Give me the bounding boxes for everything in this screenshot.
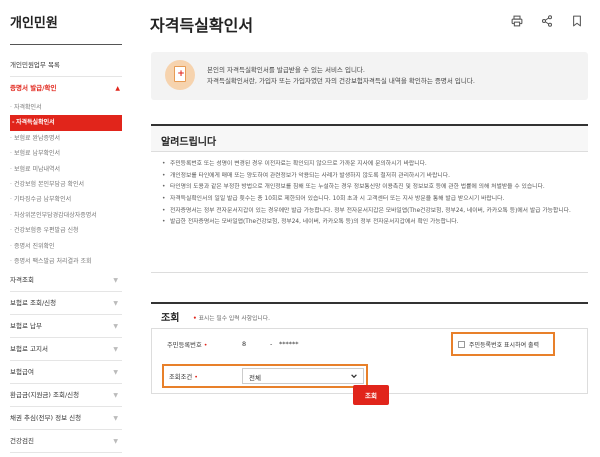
sidebar-subitem[interactable]: 보험료 납부확인서 xyxy=(0,146,124,161)
sidebar-item[interactable]: 개인민원업무 목록 xyxy=(10,54,122,77)
sidebar-subitem[interactable]: 차상위본인부담경감대상자증명서 xyxy=(0,208,124,223)
sidebar-item[interactable]: 보험료 고지서 ▼ xyxy=(10,338,122,362)
sidebar-item[interactable]: 채권 추심(전부) 정보 신청 ▼ xyxy=(10,407,122,431)
sidebar-item-label: 보험료 납부 xyxy=(10,322,42,331)
sidebar-item[interactable]: 자격조회 ▼ xyxy=(10,269,122,293)
sidebar-item-label: 개인민원업무 목록 xyxy=(10,61,60,69)
select-value: 전체 xyxy=(249,374,261,382)
sidebar: 개인민원 개인민원업무 목록증명서 발급/확인 ▲ 자격확인서자격득실확인서보험료 … xyxy=(0,0,124,457)
sidebar-item[interactable]: 환급금(지원금) 조회/신청 ▼ xyxy=(10,384,122,408)
sidebar-subitem[interactable]: 자격확인서 xyxy=(0,100,124,115)
sidebar-item-label: 기타징수금 납부확인서 xyxy=(14,196,72,204)
notice-item: 개인정보를 타인에게 매매 또는 양도하여 관련정보가 악용되는 사례가 발생하… xyxy=(162,172,582,182)
sidebar-subitem[interactable]: 보험료 미납내역서 xyxy=(0,162,124,177)
sidebar-item-label: 보험료 고지서 xyxy=(10,345,48,354)
sidebar-item[interactable]: 증명서 발급/확인 ▲ xyxy=(0,77,124,100)
header-actions xyxy=(510,14,584,28)
chevron-down-icon: ▼ xyxy=(113,323,118,331)
show-rrn-option[interactable]: 주민등록번호 표시하여 출력 xyxy=(451,332,555,356)
service-intro-box: + 본인의 자격득실확인서를 발급받을 수 있는 서비스 입니다. 자격득실확인… xyxy=(151,52,588,100)
intro-text: 본인의 자격득실확인서를 발급받을 수 있는 서비스 입니다. 자격득실확인서란… xyxy=(207,65,475,87)
chevron-down-icon: ▼ xyxy=(113,300,118,308)
sidebar-item-label: 증명서 진위확인 xyxy=(14,242,55,250)
notice-list: 주민등록번호 또는 성명이 변경된 경우 이전자료는 확인되지 않으므로 가까운… xyxy=(162,160,582,230)
notice-item: 전자증명서는 정부 전자문서지갑이 있는 경우에만 발급 가능합니다. 정부 전… xyxy=(162,207,582,217)
query-condition-row: 조회조건 • 전체 xyxy=(162,364,368,388)
sidebar-subitem[interactable]: 건강보험증 우편발급 신청 xyxy=(0,223,124,238)
required-note-text: 표시는 필수 입력 사항입니다. xyxy=(198,316,270,322)
sidebar-item-label: 증명서 팩스발급 처리결과 조회 xyxy=(14,257,92,265)
cond-label-text: 조회조건 xyxy=(169,374,193,381)
sidebar-item[interactable]: 건강검진 ▼ xyxy=(10,430,122,454)
sidebar-title: 개인민원 xyxy=(10,16,58,31)
sidebar-subitem[interactable]: 기타징수금 납부확인서 xyxy=(0,192,124,207)
print-icon[interactable] xyxy=(510,14,524,28)
required-mark: • xyxy=(193,316,197,322)
sidebar-item-label: 건강보험 본인부담금 확인서 xyxy=(14,180,85,188)
sidebar-item-label: 보험료 조회/신청 xyxy=(10,299,57,308)
search-header: 조회 • 표시는 필수 입력 사항입니다. xyxy=(151,302,588,324)
notice-item: 타인명의 도용과 같은 부정한 방법으로 개인정보를 침해 또는 누설하는 경우… xyxy=(162,183,582,193)
rrn-label: 주민등록번호 • xyxy=(167,340,208,349)
page-title: 자격득실확인서 xyxy=(150,16,254,35)
intro-line: 자격득실확인서란, 가입자 또는 가입자였던 자의 건강보험자격득실 내역을 확… xyxy=(207,77,475,85)
rrn-front-value: 8 xyxy=(242,340,247,348)
chevron-down-icon: ▼ xyxy=(113,392,118,400)
required-mark: • xyxy=(194,374,198,381)
sidebar-menu: 개인민원업무 목록증명서 발급/확인 ▲ 자격확인서자격득실확인서보험료 완납증명서… xyxy=(0,54,124,454)
sidebar-item-label: 증명서 발급/확인 xyxy=(10,84,57,92)
sidebar-item-label: 건강검진 xyxy=(10,437,34,446)
main-content: 자격득실확인서 + 본인의 자격득실확인서를 발급받을 수 있는 서비스 입니다… xyxy=(150,0,600,457)
sidebar-subitem[interactable]: 자격득실확인서 xyxy=(10,115,122,131)
notice-item: 자격득실확인서의 일일 발급 횟수는 총 10회로 제한되어 있습니다. 10회… xyxy=(162,195,582,205)
sidebar-item-label: 보험급여 xyxy=(10,368,34,377)
cond-label: 조회조건 • xyxy=(169,372,198,381)
chevron-down-icon: ▼ xyxy=(113,277,118,285)
sidebar-item-label: 자격득실확인서 xyxy=(16,119,55,127)
bookmark-icon[interactable] xyxy=(570,14,584,28)
certificate-icon: + xyxy=(165,60,195,90)
sidebar-item-label: 차상위본인부담경감대상자증명서 xyxy=(14,211,97,219)
share-icon[interactable] xyxy=(540,14,554,28)
chevron-down-icon xyxy=(351,374,357,379)
query-condition-select[interactable]: 전체 xyxy=(242,368,364,384)
search-button[interactable]: 조회 xyxy=(353,385,389,405)
rrn-label-text: 주민등록번호 xyxy=(167,342,202,349)
intro-line: 본인의 자격득실확인서를 발급받을 수 있는 서비스 입니다. xyxy=(207,66,365,74)
chevron-down-icon: ▼ xyxy=(113,415,118,423)
sidebar-item-label: 환급금(지원금) 조회/신청 xyxy=(10,391,80,400)
sidebar-item-label: 자격조회 xyxy=(10,276,34,285)
sidebar-item-label: 보험료 미납내역서 xyxy=(14,165,61,173)
sidebar-item[interactable]: 보험료 납부 ▼ xyxy=(10,315,122,339)
sidebar-item-label: 보험료 납부확인서 xyxy=(14,150,61,158)
sidebar-subitem[interactable]: 보험료 완납증명서 xyxy=(0,131,124,146)
rrn-dash: - xyxy=(270,340,273,348)
rrn-back-masked: ****** xyxy=(279,340,299,348)
sidebar-item-label: 보험료 완납증명서 xyxy=(14,134,61,142)
sidebar-subitem[interactable]: 건강보험 본인부담금 확인서 xyxy=(0,177,124,192)
notice-item: 발급한 전자증명서는 모바일앱(The건강보험, 정부24, 네이버, 카카오톡… xyxy=(162,218,582,228)
sidebar-item[interactable]: 보험료 조회/신청 ▼ xyxy=(10,292,122,316)
sidebar-item[interactable]: 보험급여 ▼ xyxy=(10,361,122,385)
notice-divider xyxy=(151,272,588,273)
chevron-down-icon: ▼ xyxy=(113,346,118,354)
sidebar-item-label: 자격확인서 xyxy=(14,104,42,111)
notice-header: 알려드립니다 xyxy=(151,124,588,152)
show-rrn-label: 주민등록번호 표시하여 출력 xyxy=(469,342,540,349)
notice-item: 주민등록번호 또는 성명이 변경된 경우 이전자료는 확인되지 않으므로 가까운… xyxy=(162,160,582,170)
required-note: • 표시는 필수 입력 사항입니다. xyxy=(193,313,270,322)
chevron-up-icon: ▲ xyxy=(115,85,120,92)
chevron-down-icon: ▼ xyxy=(113,369,118,377)
notice-title: 알려드립니다 xyxy=(161,137,217,148)
search-title: 조회 xyxy=(161,313,180,324)
sidebar-divider xyxy=(10,44,122,45)
show-rrn-checkbox[interactable] xyxy=(458,341,465,348)
sidebar-subitem[interactable]: 증명서 팩스발급 처리결과 조회 xyxy=(0,254,124,269)
required-mark: • xyxy=(203,342,208,349)
chevron-down-icon: ▼ xyxy=(113,438,118,446)
sidebar-subitem[interactable]: 증명서 진위확인 xyxy=(0,239,124,254)
sidebar-item-label: 건강보험증 우편발급 신청 xyxy=(14,227,79,235)
sidebar-item-label: 채권 추심(전부) 정보 신청 xyxy=(10,414,82,423)
